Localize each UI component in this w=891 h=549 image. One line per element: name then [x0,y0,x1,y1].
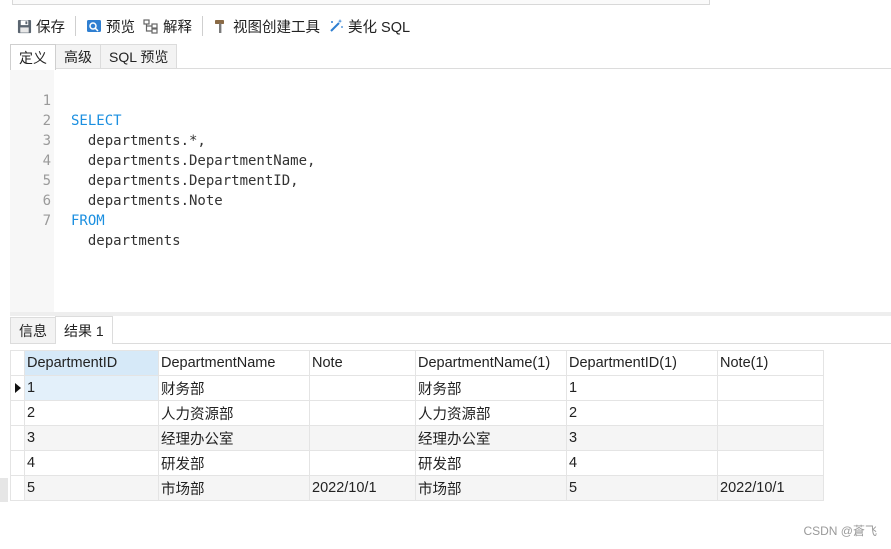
explain-button[interactable]: 解释 [139,12,196,40]
table-cell[interactable]: 人力资源部 [415,400,567,426]
magic-wand-icon [328,18,344,34]
code-text: departments [71,233,181,249]
table-cell[interactable]: 市场部 [158,475,310,501]
left-edge-strip [0,478,8,502]
top-bar-remnant [12,0,710,5]
code-line: 7 departments [10,191,891,249]
table-cell[interactable]: 3 [566,425,718,451]
result-tab-bar: 信息 结果 1 [10,316,113,344]
table-cell[interactable]: 市场部 [415,475,567,501]
table-cell[interactable] [309,400,416,426]
preview-icon [86,18,102,34]
table-row[interactable]: 4 研发部 研发部 4 [10,450,824,476]
table-cell[interactable]: 人力资源部 [158,400,310,426]
beautify-sql-button[interactable]: 美化 SQL [324,12,414,40]
save-label: 保存 [36,19,65,36]
preview-label: 预览 [106,19,135,36]
table-cell[interactable]: 2 [566,400,718,426]
row-indicator[interactable] [10,400,25,426]
save-button[interactable]: 保存 [12,12,69,40]
table-cell[interactable]: 4 [24,450,159,476]
view-builder-label: 视图创建工具 [233,19,320,36]
table-cell[interactable]: 研发部 [158,450,310,476]
table-cell[interactable]: 经理办公室 [158,425,310,451]
beautify-sql-label: 美化 SQL [348,19,411,36]
tab-info[interactable]: 信息 [10,317,56,344]
table-cell[interactable]: 财务部 [415,375,567,401]
row-indicator[interactable] [10,425,25,451]
row-indicator-header [10,350,25,376]
code-line: 2 departments.*, [10,91,891,149]
table-cell[interactable]: 1 [24,375,159,401]
table-row[interactable]: 5 市场部 2022/10/1 市场部 5 2022/10/1 [10,475,824,501]
table-cell[interactable]: 4 [566,450,718,476]
column-header[interactable]: DepartmentID [24,350,159,376]
table-row[interactable]: 3 经理办公室 经理办公室 3 [10,425,824,451]
table-cell[interactable] [717,400,824,426]
code-line: 6 FROM [10,171,891,229]
table-cell[interactable]: 2022/10/1 [309,475,416,501]
table-cell[interactable] [309,375,416,401]
floppy-disk-icon [16,18,32,34]
table-cell[interactable] [309,425,416,451]
preview-button[interactable]: 预览 [82,12,139,40]
hammer-icon [213,18,229,34]
top-strip [0,0,891,6]
code-line: 1 SELECT [10,71,891,129]
row-indicator[interactable] [10,450,25,476]
table-cell[interactable]: 5 [566,475,718,501]
row-indicator[interactable] [10,375,25,401]
toolbar-separator [75,16,76,36]
column-header[interactable]: DepartmentName [158,350,310,376]
toolbar-separator [202,16,203,36]
watermark: CSDN @蒼飞 [803,524,877,538]
row-indicator[interactable] [10,475,25,501]
current-row-arrow-icon [15,383,21,393]
explain-label: 解释 [163,19,192,36]
table-cell[interactable]: 5 [24,475,159,501]
table-cell[interactable] [717,450,824,476]
pane-splitter[interactable] [10,312,891,316]
table-cell[interactable]: 3 [24,425,159,451]
tab-result-1[interactable]: 结果 1 [55,316,113,344]
table-cell[interactable]: 2022/10/1 [717,475,824,501]
column-header[interactable]: DepartmentName(1) [415,350,567,376]
code-line: 5 departments.Note [10,151,891,209]
table-cell[interactable]: 研发部 [415,450,567,476]
result-grid: DepartmentID DepartmentName Note Departm… [10,350,824,501]
tab-sql-preview[interactable]: SQL 预览 [100,44,178,69]
tab-advanced[interactable]: 高级 [55,44,101,69]
table-cell[interactable]: 1 [566,375,718,401]
table-row[interactable]: 1 财务部 财务部 1 [10,375,824,401]
sql-editor[interactable]: 1 SELECT 2 departments.*, 3 departments.… [10,68,891,312]
result-grid-panel: DepartmentID DepartmentName Note Departm… [10,343,891,549]
code-line: 3 departments.DepartmentName, [10,111,891,169]
table-cell[interactable]: 经理办公室 [415,425,567,451]
column-header[interactable]: Note [309,350,416,376]
table-cell[interactable] [717,375,824,401]
table-cell[interactable]: 2 [24,400,159,426]
header-row: DepartmentID DepartmentName Note Departm… [10,350,824,376]
view-builder-button[interactable]: 视图创建工具 [209,12,324,40]
tab-definition[interactable]: 定义 [10,44,56,70]
code-line: 4 departments.DepartmentID, [10,131,891,189]
explain-tree-icon [143,18,159,34]
editor-tab-bar: 定义 高级 SQL 预览 [10,44,178,70]
table-cell[interactable] [717,425,824,451]
line-number: 7 [42,213,51,229]
table-cell[interactable]: 财务部 [158,375,310,401]
table-cell[interactable] [309,450,416,476]
toolbar: 保存 预览 解释 视图创建工具 美化 SQL [0,10,891,42]
code-text: FROM [71,213,105,229]
table-row[interactable]: 2 人力资源部 人力资源部 2 [10,400,824,426]
column-header[interactable]: DepartmentID(1) [566,350,718,376]
column-header[interactable]: Note(1) [717,350,824,376]
